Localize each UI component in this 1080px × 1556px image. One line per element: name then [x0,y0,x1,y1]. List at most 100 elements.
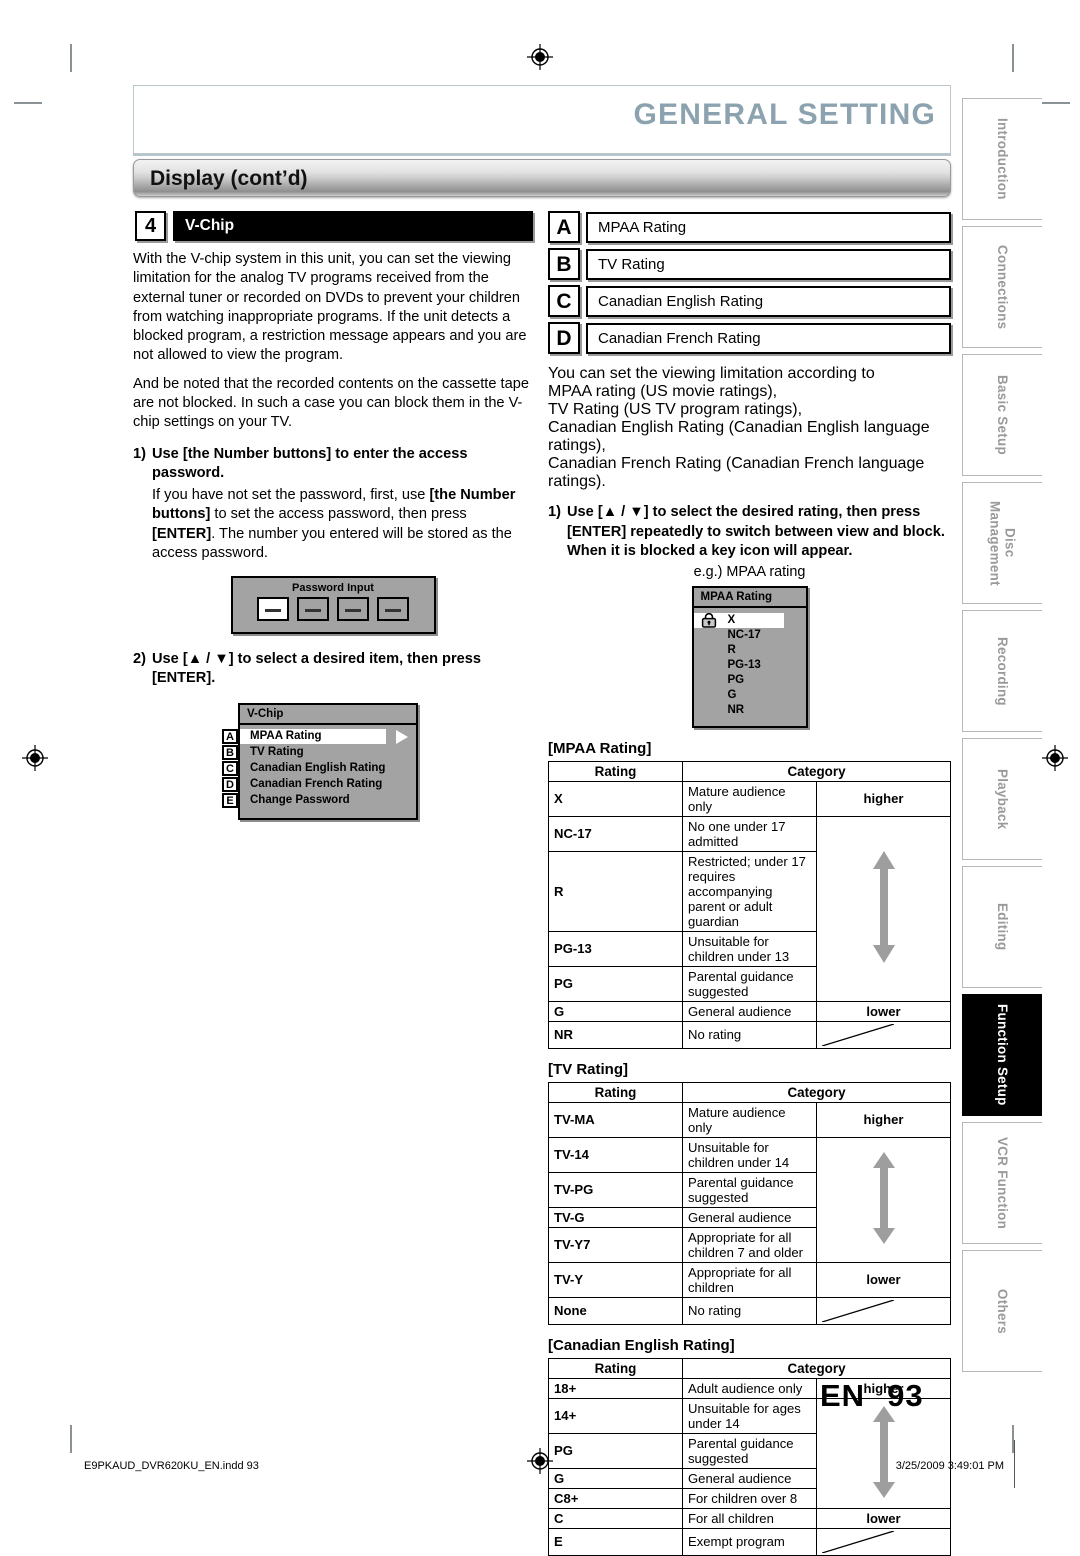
cell-category: Unsuitable for children under 13 [682,930,817,967]
mpaa-osd-item-r[interactable]: R [694,643,806,658]
lock-icon [701,612,718,628]
tab-connections[interactable]: Connections [962,226,1042,348]
cell-rating: R [548,850,683,932]
cell-category: For children over 8 [682,1487,817,1509]
abcd-label-canadian-english-rating: Canadian English Rating [586,286,951,317]
tv-table-title: [TV Rating] [548,1060,628,1078]
canadian-english-table-title: [Canadian English Rating] [548,1336,735,1354]
tab-editing[interactable]: Editing [962,866,1042,988]
vchip-menu-item-mpaa[interactable]: A MPAA Rating [222,728,408,744]
item-label: Change Password [250,793,350,806]
tab-vcr-function[interactable]: VCR Function [962,1122,1042,1244]
cell-rating: C [548,1507,683,1529]
item-label: Canadian English Rating [250,761,386,774]
higher-label: higher [816,780,951,817]
step2-number: 2) [133,650,146,667]
step1-text: Use [the Number buttons] to enter the ac… [152,445,468,482]
cell-category: Adult audience only [682,1377,817,1399]
item-tag-a: A [222,728,238,744]
vchip-menu-item-tv[interactable]: B TV Rating [222,744,416,760]
cell-rating: TV-14 [548,1136,683,1173]
mpaa-osd-item-pg[interactable]: PG [694,673,806,688]
mpaa-osd-item-pg13[interactable]: PG-13 [694,658,806,673]
tab-label: Playback [995,768,1010,830]
vchip-menu-item-ca-en[interactable]: C Canadian English Rating [222,760,416,776]
cell-rating: E [548,1527,683,1556]
table-row: NC-17 No one under 17 admitted [548,815,951,1002]
vchip-menu-title: V-Chip [240,705,416,725]
diagonal-slash-icon [816,1296,951,1325]
cell-category: General audience [682,1467,817,1489]
tab-others[interactable]: Others [962,1250,1042,1372]
mpaa-table-title: [MPAA Rating] [548,739,652,757]
lower-label: lower [816,1261,951,1298]
description-line: MPAA rating (US movie ratings), [548,383,778,400]
higher-lower-arrow-icon [816,815,951,1002]
vchip-menu-item-change-password[interactable]: E Change Password [222,792,416,808]
cell-category: Appropriate for all children [682,1261,817,1298]
abcd-row-c: C Canadian English Rating [548,285,951,319]
mpaa-osd-item-g[interactable]: G [694,688,806,703]
step1-number: 1) [133,445,146,462]
tab-label: Recording [995,636,1010,706]
mpaa-osd-item-nc17[interactable]: NC-17 [694,628,806,643]
table-row: G General audience lower [548,1000,951,1022]
password-cell[interactable] [297,596,329,621]
tv-rating-table: Rating Category TV-MA Mature audience on… [548,1081,951,1325]
mpaa-rating-osd: MPAA Rating X NC-17 R PG-13 PG G NR [691,585,808,728]
footer-timestamp: 3/25/2009 3:49:01 PM [895,1460,1004,1472]
tab-label: Basic Setup [995,375,1010,455]
tab-label: Connections [995,244,1010,330]
cell-category: General audience [682,1000,817,1022]
password-cell[interactable] [377,596,409,621]
cell-category: Mature audience only [682,1101,817,1138]
description-line: Canadian English Rating (Canadian Englis… [548,419,930,454]
abcd-row-a: A MPAA Rating [548,211,951,245]
cell-rating: NR [548,1020,683,1049]
password-cell[interactable] [257,596,289,621]
cell-rating: C8+ [548,1487,683,1509]
cell-rating: G [548,1467,683,1489]
cell-rating: None [548,1296,683,1325]
vchip-menu-item-ca-fr[interactable]: D Canadian French Rating [222,776,416,792]
page-content-frame: GENERAL SETTING Display (cont’d) 4 V-Chi… [133,85,951,1556]
cell-rating: 14+ [548,1397,683,1434]
example-label: e.g.) MPAA rating [693,563,806,580]
password-input-osd: Password Input [230,575,436,634]
abcd-row-b: B TV Rating [548,248,951,282]
cell-category: Parental guidance suggested [682,1171,817,1208]
description-line: You can set the viewing limitation accor… [548,365,875,382]
password-cell[interactable] [337,596,369,621]
tab-playback[interactable]: Playback [962,738,1042,860]
tab-function-setup[interactable]: Function Setup [962,994,1042,1116]
cell-category: No rating [682,1020,817,1049]
table-header-row: Rating Category [548,1357,951,1379]
tab-introduction[interactable]: Introduction [962,98,1042,220]
col-category: Category [682,760,951,782]
tab-disc-management[interactable]: Disc Management [962,482,1042,604]
description-line: TV Rating (US TV program ratings), [548,401,803,418]
page-title-box: GENERAL SETTING [133,85,951,153]
tab-recording[interactable]: Recording [962,610,1042,732]
table-row: TV-14 Unsuitable for children under 14 [548,1136,951,1263]
item-label: Canadian French Rating [250,777,383,790]
right-step1-number: 1) [548,504,561,520]
tab-basic-setup[interactable]: Basic Setup [962,354,1042,476]
tab-label: Editing [995,903,1010,951]
right-column: A MPAA Rating B TV Rating C Canadian Eng… [548,211,951,1556]
tab-label: Introduction [995,118,1010,200]
abcd-letter-b: B [548,248,580,280]
mpaa-osd-item-nr[interactable]: NR [694,703,806,718]
chevron-right-icon [396,729,408,744]
description-line: Canadian French Rating (Canadian French … [548,455,925,490]
crop-mark-left-h [14,102,42,104]
mpaa-rating-table: Rating Category X Mature audience only h… [548,760,951,1049]
crop-mark-top-left-v [70,44,72,72]
abcd-letter-a: A [548,211,580,243]
cell-category: Exempt program [682,1527,817,1556]
diagonal-slash-icon [816,1020,951,1049]
tab-label: Function Setup [995,1004,1010,1106]
cell-rating: X [548,780,683,817]
crop-mark-top-right-v [1012,44,1014,72]
left-step-1: 1) Use [the Number buttons] to enter the… [133,445,533,564]
